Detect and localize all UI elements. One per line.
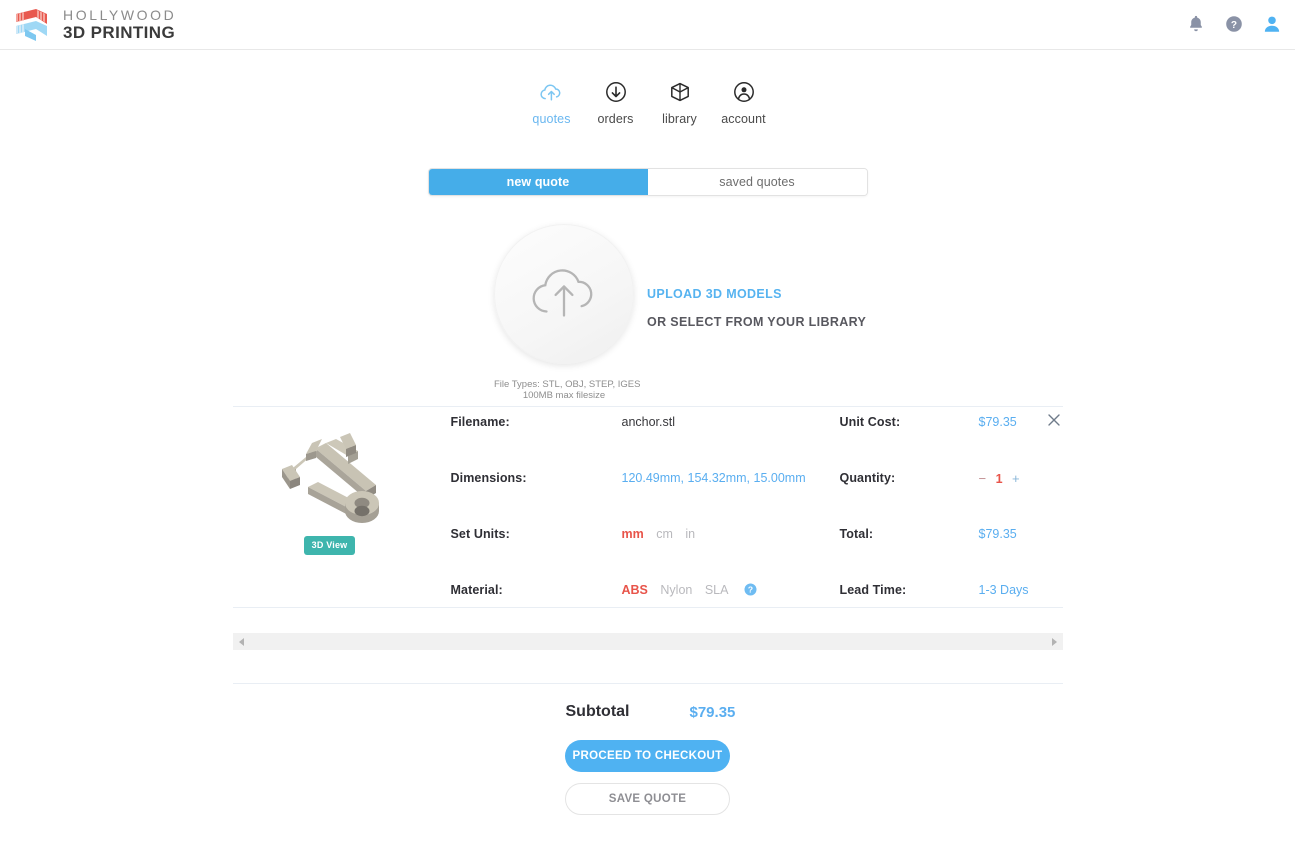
cube-outline-icon xyxy=(670,82,689,102)
field-value-total: $79.35 xyxy=(978,527,1017,541)
select-from-library-link[interactable]: OR SELECT FROM YOUR LIBRARY xyxy=(647,315,866,329)
field-label-material: Material: xyxy=(450,583,503,597)
field-label-quantity: Quantity: xyxy=(839,471,896,485)
field-dimensions: Dimensions: 120.49mm, 154.32mm, 15.00mm xyxy=(451,471,831,527)
field-material: Material: ABS Nylon SLA ? xyxy=(451,583,831,639)
nav-icon-library-box xyxy=(648,79,712,105)
field-unit-cost: Unit Cost: $79.35 xyxy=(840,415,1065,471)
header-icon-group: ? xyxy=(1185,13,1283,35)
field-total: Total: $79.35 xyxy=(840,527,1065,583)
quote-mode-tabs: new quote saved quotes xyxy=(427,168,868,196)
field-value-dimensions: 120.49mm, 154.32mm, 15.00mm xyxy=(621,471,806,485)
field-label-lead-time: Lead Time: xyxy=(839,583,907,597)
upload-filetypes-line-1: File Types: STL, OBJ, STEP, IGES xyxy=(494,379,641,390)
nav-label-orders: orders xyxy=(597,112,634,126)
svg-text:?: ? xyxy=(748,585,753,595)
unit-option-in[interactable]: in xyxy=(685,527,695,541)
quote-item-thumbnail-area: 3D View xyxy=(235,425,425,555)
field-label-filename: Filename: xyxy=(450,415,510,429)
user-avatar-icon[interactable] xyxy=(1261,13,1283,35)
cloud-upload-large-icon xyxy=(532,269,593,317)
quote-item-left-fields: Filename: anchor.stl Dimensions: 120.49m… xyxy=(451,415,831,639)
upload-section: File Types: STL, OBJ, STEP, IGES 100MB m… xyxy=(0,224,1295,401)
circle-person-icon xyxy=(733,82,754,102)
quantity-decrement-button[interactable]: − xyxy=(979,471,987,486)
app-header: HOLLYWOOD 3D PRINTING ? xyxy=(0,0,1295,50)
circle-down-arrow-icon xyxy=(605,82,626,102)
field-value-unit-cost: $79.35 xyxy=(978,415,1017,429)
scroll-left-arrow-icon[interactable] xyxy=(238,638,244,646)
material-option-sla[interactable]: SLA xyxy=(705,583,729,597)
checkout-actions: PROCEED TO CHECKOUT SAVE QUOTE xyxy=(0,740,1295,815)
quantity-value: 1 xyxy=(995,472,1003,486)
nav-label-account: account xyxy=(721,112,766,126)
material-option-nylon[interactable]: Nylon xyxy=(660,583,692,597)
material-help-icon[interactable]: ? xyxy=(744,583,757,599)
quantity-stepper: − 1 + xyxy=(979,471,1020,486)
subtotal-label: Subtotal xyxy=(565,703,630,720)
nav-icon-quotes-box xyxy=(520,79,584,105)
svg-text:?: ? xyxy=(1231,20,1237,31)
quantity-increment-button[interactable]: + xyxy=(1012,471,1020,486)
nav-label-library: library xyxy=(662,112,697,126)
nav-label-quotes: quotes xyxy=(532,112,571,126)
subtotal-value: $79.35 xyxy=(689,704,736,721)
hollywood-3d-printing-logo-icon xyxy=(16,9,47,41)
material-option-abs[interactable]: ABS xyxy=(622,583,648,597)
nav-item-library[interactable]: library xyxy=(648,79,712,126)
unit-option-mm[interactable]: mm xyxy=(622,527,644,541)
totals-divider xyxy=(232,683,1063,684)
tab-new-quote[interactable]: new quote xyxy=(428,169,648,195)
tab-saved-quotes[interactable]: saved quotes xyxy=(647,169,867,195)
anchor-3d-model-preview[interactable] xyxy=(260,425,400,530)
field-label-unit-cost: Unit Cost: xyxy=(839,415,901,429)
nav-item-account[interactable]: account xyxy=(712,79,776,126)
scroll-right-arrow-icon[interactable] xyxy=(1051,638,1057,646)
upload-dropzone[interactable] xyxy=(494,224,634,364)
field-label-dimensions: Dimensions: xyxy=(450,471,527,485)
quote-item-right-fields: Unit Cost: $79.35 Quantity: − 1 + Total:… xyxy=(840,415,1065,639)
nav-item-orders[interactable]: orders xyxy=(584,79,648,126)
field-set-units: Set Units: mm cm in xyxy=(451,527,831,583)
horizontal-scrollbar[interactable] xyxy=(232,633,1063,650)
brand-logo[interactable]: HOLLYWOOD 3D PRINTING xyxy=(12,5,176,43)
field-label-set-units: Set Units: xyxy=(450,527,510,541)
field-value-lead-time: 1-3 Days xyxy=(978,583,1029,597)
brand-logo-text: HOLLYWOOD 3D PRINTING xyxy=(63,7,176,41)
field-label-total: Total: xyxy=(839,527,874,541)
view-3d-button[interactable]: 3D View xyxy=(303,536,356,555)
upload-filetypes-line-2: 100MB max filesize xyxy=(522,390,606,401)
proceed-to-checkout-button[interactable]: PROCEED TO CHECKOUT xyxy=(565,740,730,772)
save-quote-button[interactable]: SAVE QUOTE xyxy=(565,783,730,815)
field-lead-time: Lead Time: 1-3 Days xyxy=(840,583,1065,639)
quote-item-card: 3D View Filename: anchor.stl Dimensions:… xyxy=(232,406,1063,607)
field-value-filename: anchor.stl xyxy=(621,415,676,429)
nav-icon-account-box xyxy=(712,79,776,105)
brand-line-2: 3D PRINTING xyxy=(63,23,176,42)
field-filename: Filename: anchor.stl xyxy=(451,415,831,471)
upload-filetypes-note: File Types: STL, OBJ, STEP, IGES 100MB m… xyxy=(494,379,641,401)
subtotal-row: Subtotal $79.35 xyxy=(233,703,1063,725)
primary-nav: quotes orders library account xyxy=(0,79,1295,126)
unit-option-cm[interactable]: cm xyxy=(656,527,673,541)
help-circle-icon[interactable]: ? xyxy=(1223,13,1245,35)
upload-3d-models-link[interactable]: UPLOAD 3D MODELS xyxy=(647,287,866,301)
nav-item-quotes[interactable]: quotes xyxy=(520,79,584,126)
field-value-set-units: mm cm in xyxy=(622,527,696,541)
upload-links: UPLOAD 3D MODELS OR SELECT FROM YOUR LIB… xyxy=(647,287,866,329)
field-quantity: Quantity: − 1 + xyxy=(840,471,1065,527)
notifications-bell-icon[interactable] xyxy=(1185,13,1207,35)
nav-icon-orders-box xyxy=(584,79,648,105)
field-value-material: ABS Nylon SLA ? xyxy=(622,583,757,599)
quote-item-body: 3D View Filename: anchor.stl Dimensions:… xyxy=(233,407,1063,607)
cloud-upload-icon xyxy=(540,84,561,101)
brand-line-1: HOLLYWOOD xyxy=(63,7,177,23)
